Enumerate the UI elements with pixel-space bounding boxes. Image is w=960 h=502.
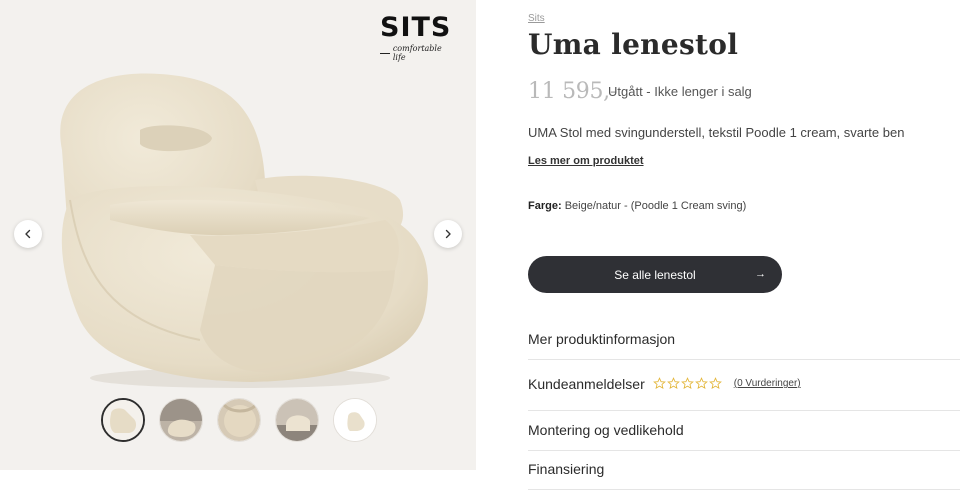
accordion-label: Mer produktinformasjon (528, 331, 676, 347)
thumbnail-strip (101, 398, 377, 442)
star-icon (694, 377, 708, 389)
thumbnail-1[interactable] (101, 398, 145, 442)
arrow-right-icon: → (755, 268, 766, 280)
logo-dash (380, 52, 390, 54)
product-gallery: SITS comfortable life (0, 0, 476, 470)
accordion-reviews[interactable]: Kundeanmeldelser (0 Vurderinger) (528, 376, 960, 411)
accordion-label: Montering og vedlikehold (528, 422, 684, 438)
thumbnail-3[interactable] (217, 398, 261, 442)
star-icon (680, 377, 694, 389)
read-more-link[interactable]: Les mer om produktet (528, 155, 644, 167)
product-image (60, 73, 428, 388)
product-description: UMA Stol med svingunderstell, tekstil Po… (528, 125, 905, 140)
accordion-label: Kundeanmeldelser (528, 376, 645, 392)
chevron-left-icon (25, 229, 31, 239)
thumbnail-5[interactable] (333, 398, 377, 442)
star-icon (652, 377, 666, 389)
gallery-prev-button[interactable] (14, 220, 42, 248)
accordion-assembly-care[interactable]: Montering og vedlikehold (528, 422, 960, 451)
see-all-armchairs-button[interactable]: Se alle lenestol → (528, 256, 782, 293)
thumbnail-2[interactable] (159, 398, 203, 442)
reviews-count-link[interactable]: (0 Vurderinger) (734, 378, 801, 389)
accordion-product-info[interactable]: Mer produktinformasjon (528, 331, 960, 360)
color-value: Beige/natur - (Poodle 1 Cream sving) (564, 200, 747, 212)
brand-logo: SITS comfortable life (380, 14, 456, 62)
gallery-next-button[interactable] (434, 220, 462, 248)
accordion-label: Finansiering (528, 461, 605, 477)
breadcrumb[interactable]: Sits (528, 13, 545, 24)
availability-status: Utgått - Ikke lenger i salg (608, 84, 752, 99)
star-icon (666, 377, 680, 389)
cta-label: Se alle lenestol (614, 267, 696, 282)
accordion-financing[interactable]: Finansiering (528, 461, 960, 490)
chevron-right-icon (445, 229, 451, 239)
logo-wordmark: SITS (380, 12, 452, 43)
star-icon (708, 377, 722, 389)
thumbnail-4[interactable] (275, 398, 319, 442)
product-price: 11 595,- (528, 79, 618, 104)
color-info: Farge: Beige/natur - (Poodle 1 Cream svi… (528, 200, 746, 212)
rating-stars (652, 377, 722, 390)
page-title: Uma lenestol (528, 28, 739, 61)
color-label: Farge: (528, 200, 562, 212)
